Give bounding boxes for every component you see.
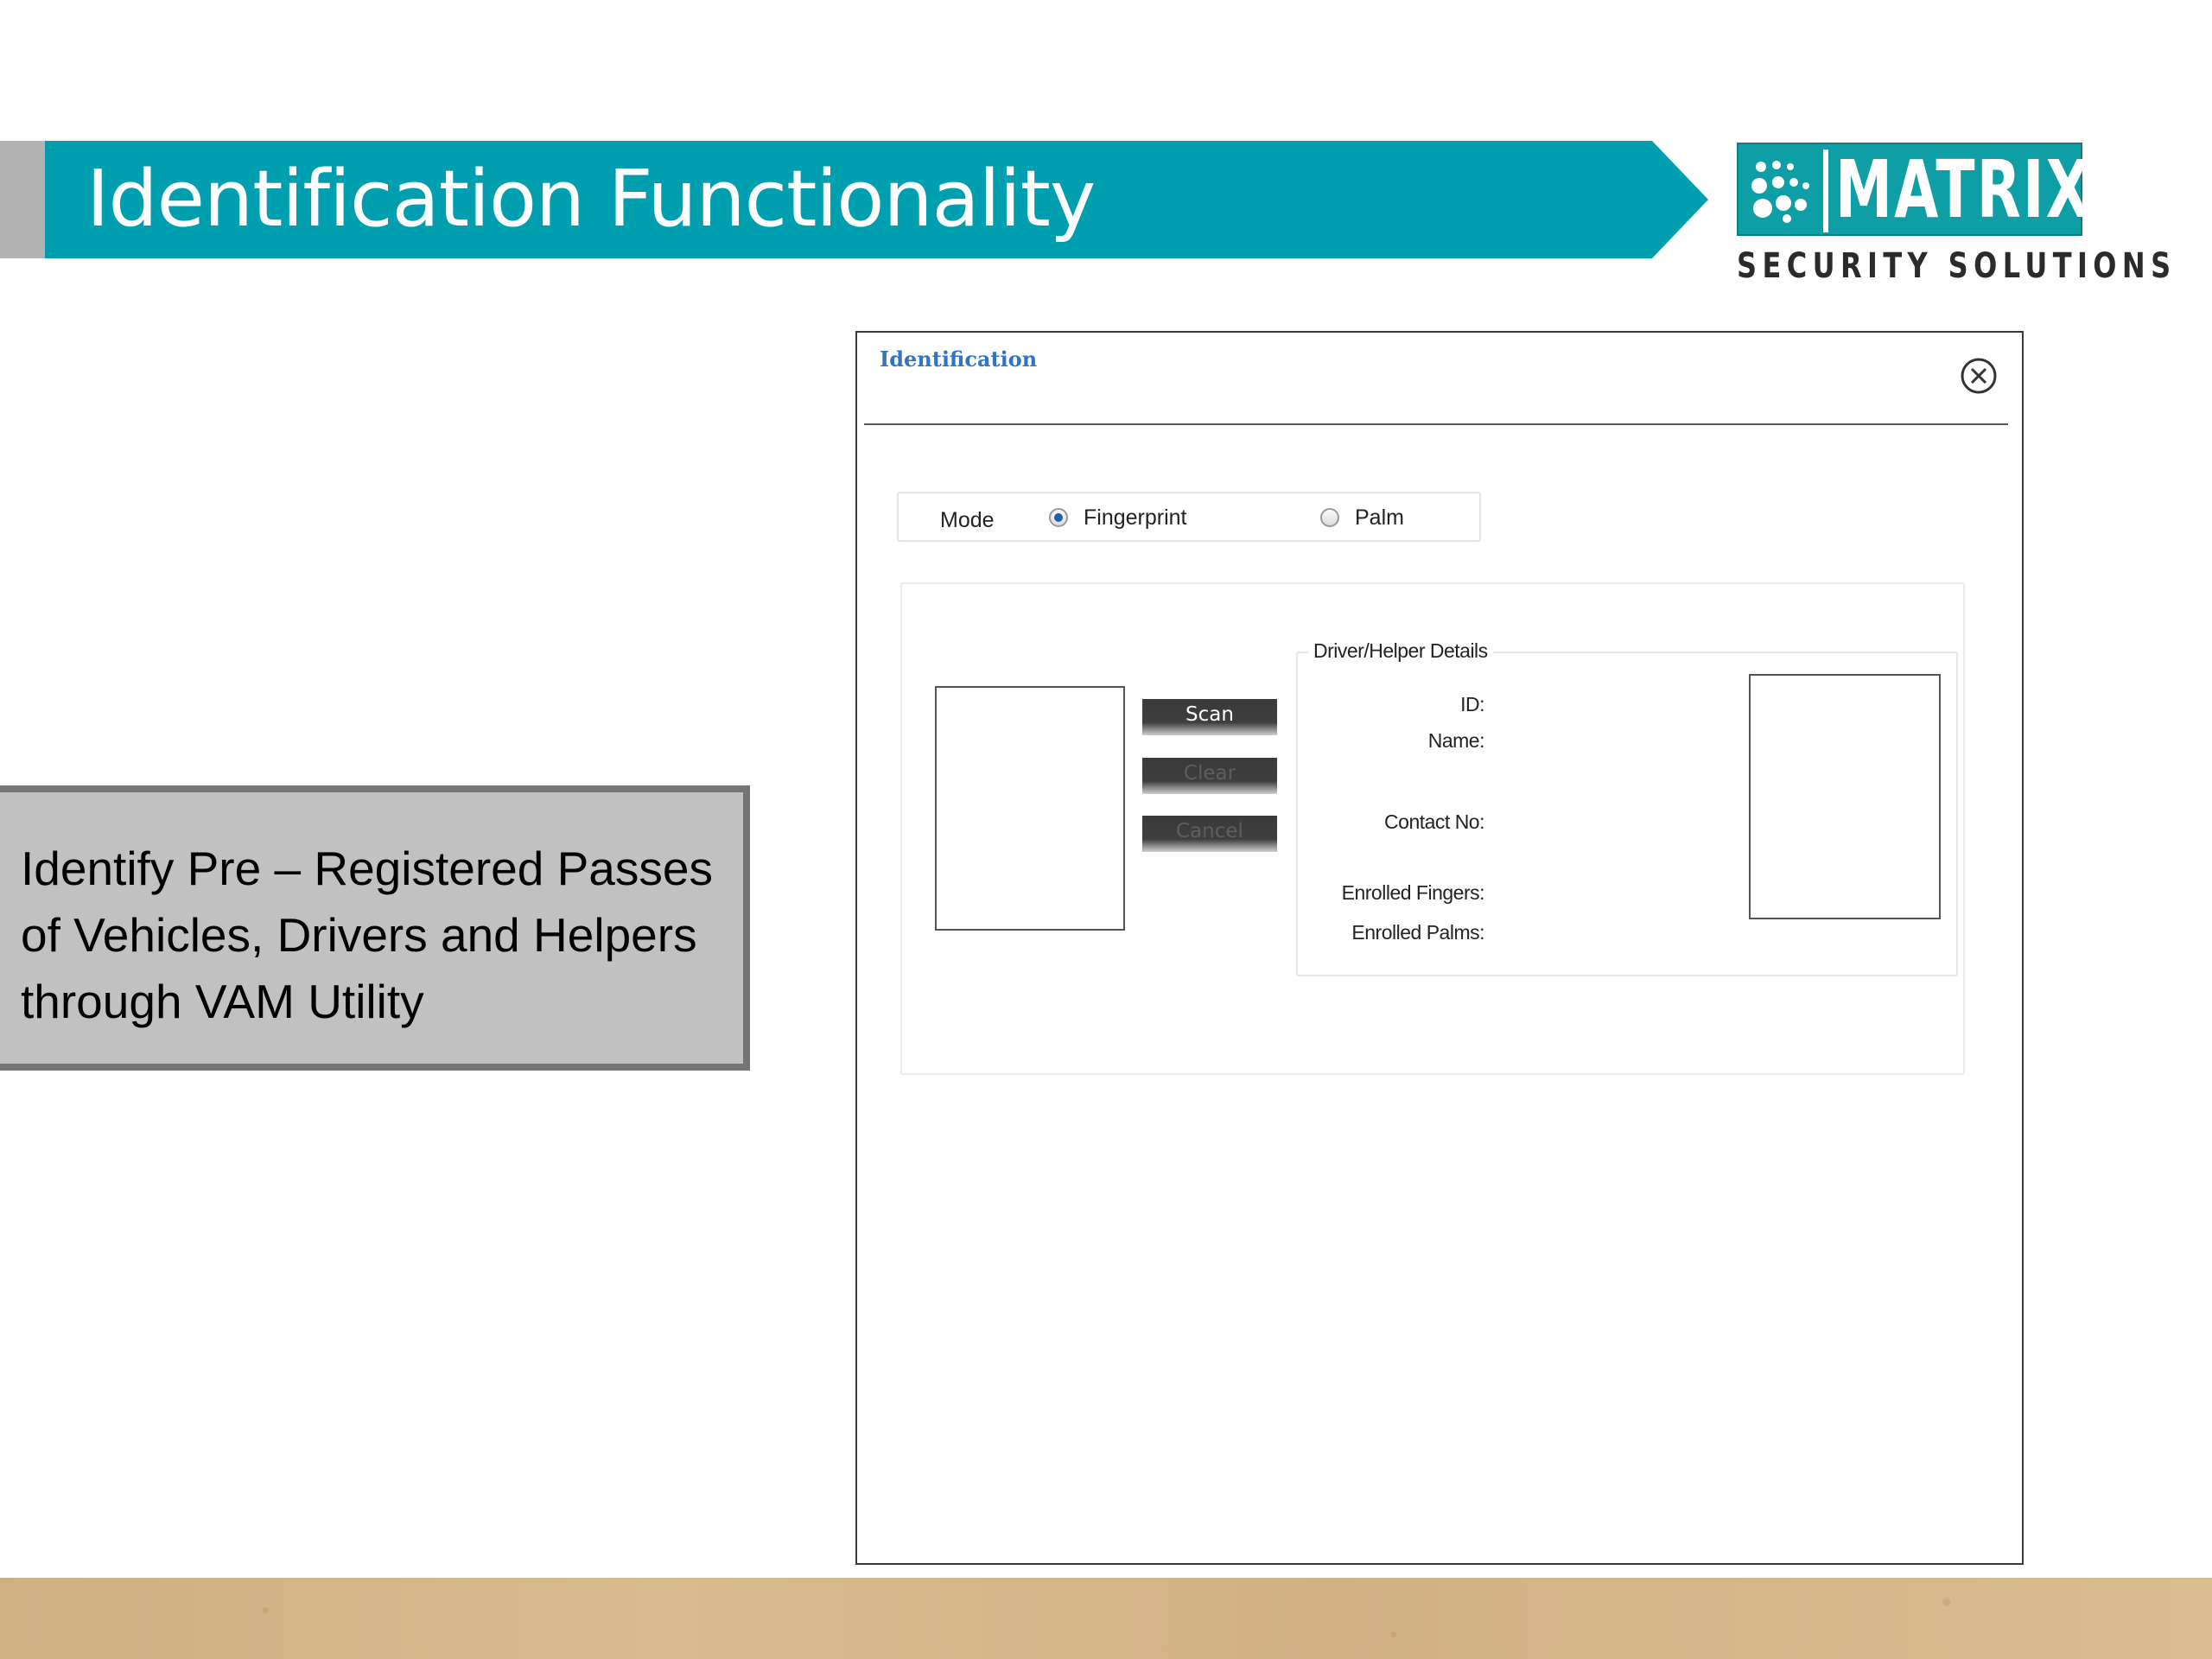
palm-radio-label[interactable]: Palm <box>1355 505 1404 531</box>
fingerprint-radio-label[interactable]: Fingerprint <box>1084 505 1187 531</box>
caption-box: Identify Pre – Registered Passes of Vehi… <box>0 785 750 1071</box>
fingerprint-radio[interactable] <box>1049 508 1068 527</box>
title-accent-bar <box>0 141 45 258</box>
enrolled-fingers-label: Enrolled Fingers: <box>1341 881 1485 904</box>
logo-subtitle: SECURITY SOLUTIONS <box>1737 246 2177 286</box>
logo-separator <box>1823 149 1828 232</box>
caption-text: Identify Pre – Registered Passes of Vehi… <box>21 842 713 1028</box>
id-label: ID: <box>1460 693 1484 715</box>
scan-image-preview <box>935 686 1125 931</box>
mode-label: Mode <box>940 508 995 532</box>
logo-word: MATRIX <box>1835 143 2092 236</box>
footer-texture <box>0 1578 2212 1659</box>
clear-button[interactable]: Clear <box>1142 758 1277 794</box>
identification-panel: Scan Clear Cancel Driver/Helper Details … <box>900 582 1965 1075</box>
contact-label: Contact No: <box>1384 810 1484 833</box>
driver-helper-details: Driver/Helper Details ID: Name: Contact … <box>1296 639 1958 976</box>
dialog-title: Identification <box>880 346 1038 372</box>
radio-selected-dot <box>1054 513 1063 522</box>
name-label: Name: <box>1427 729 1485 752</box>
matrix-logo: MATRIX SECURITY SOLUTIONS <box>1737 143 2177 289</box>
close-icon[interactable] <box>1960 357 1998 395</box>
details-legend: Driver/Helper Details <box>1308 639 1493 663</box>
enrolled-palms-label: Enrolled Palms: <box>1351 921 1484 944</box>
person-photo <box>1749 674 1941 919</box>
slide-title: Identification Functionality <box>86 154 1096 245</box>
logo-dots-icon <box>1751 161 1809 223</box>
mode-selector: Mode Fingerprint Palm <box>897 492 1481 542</box>
cancel-button[interactable]: Cancel <box>1142 816 1277 852</box>
dialog-divider <box>864 423 2008 425</box>
scan-button[interactable]: Scan <box>1142 699 1277 735</box>
identification-dialog: Identification Mode Fingerprint Palm Sca… <box>855 331 2024 1565</box>
palm-radio[interactable] <box>1320 508 1339 527</box>
logo-box: MATRIX <box>1737 143 2090 236</box>
